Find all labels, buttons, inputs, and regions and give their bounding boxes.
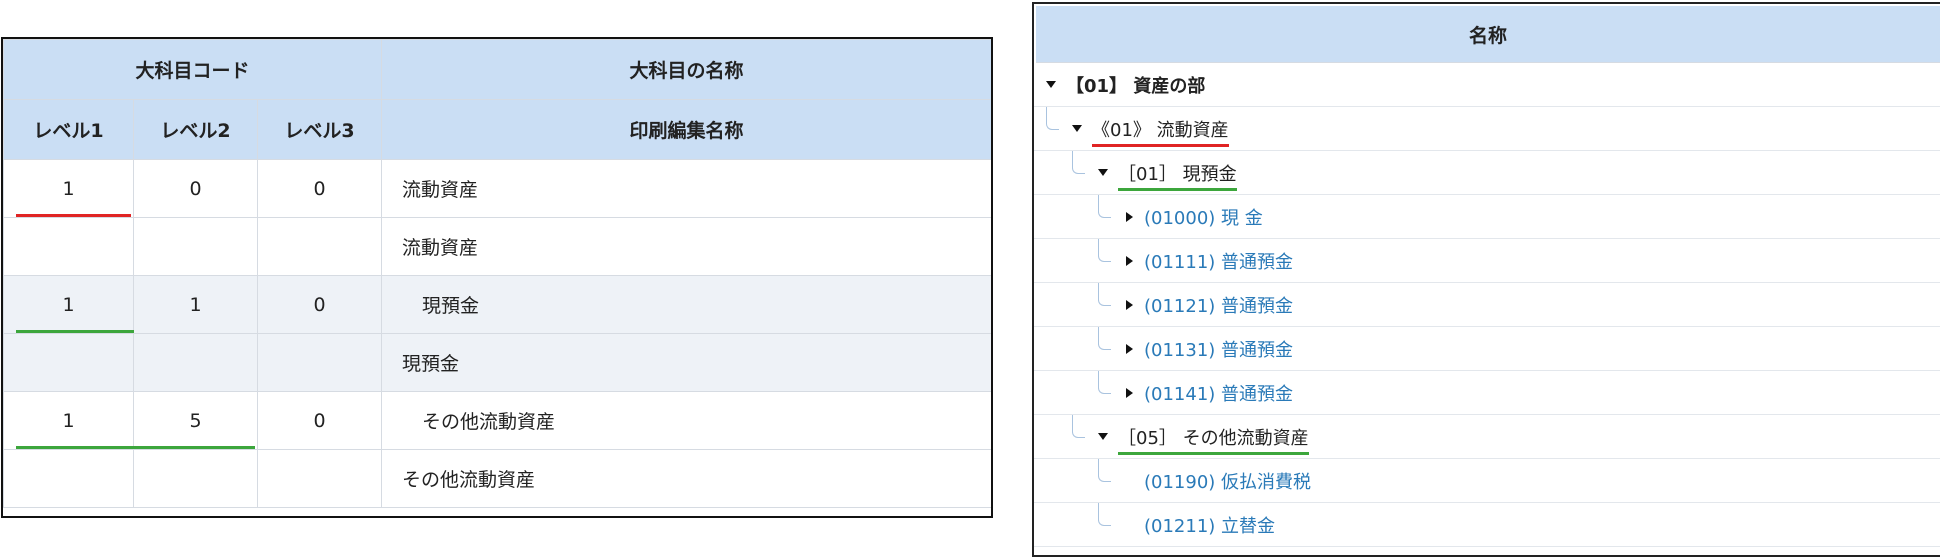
highlight-underline-green	[1118, 187, 1237, 191]
name-cell[interactable]: 流動資産	[381, 159, 991, 218]
level1-cell[interactable]	[3, 333, 134, 392]
caret-right-icon[interactable]	[1122, 343, 1136, 354]
highlight-underline-red	[1092, 143, 1229, 147]
header-print-name: 印刷編集名称	[381, 99, 991, 160]
level1-cell[interactable]	[3, 217, 134, 276]
table-row[interactable]: 1 1 0 現預金	[3, 275, 991, 334]
caret-right-icon[interactable]	[1122, 255, 1136, 266]
level3-cell[interactable]	[256, 217, 383, 276]
tree-node-account[interactable]: (01141) 普通預金	[1034, 371, 1940, 415]
print-name-cell[interactable]: 流動資産	[381, 217, 991, 276]
account-link[interactable]: (01000) 現 金	[1144, 204, 1263, 230]
header-level3: レベル3	[256, 99, 383, 160]
level3-cell[interactable]: 0	[256, 159, 383, 218]
print-name-cell[interactable]: その他流動資産	[381, 449, 991, 508]
level1-cell[interactable]: 1	[3, 159, 134, 218]
level3-cell[interactable]: 0	[256, 391, 383, 450]
header-level1: レベル1	[3, 99, 134, 160]
tree-header: 名称	[1036, 6, 1940, 63]
caret-right-icon[interactable]	[1122, 299, 1136, 310]
tree-connector	[1072, 151, 1085, 174]
level3-cell[interactable]	[256, 333, 383, 392]
account-link[interactable]: (01121) 普通預金	[1144, 292, 1293, 318]
tree-connector	[1098, 283, 1111, 306]
tree-node-other-current-assets[interactable]: ［05］ その他流動資産	[1034, 415, 1940, 459]
account-link[interactable]: (01111) 普通預金	[1144, 248, 1293, 274]
tree-node-assets[interactable]: 【01】 資産の部	[1034, 63, 1940, 107]
account-link[interactable]: (01141) 普通預金	[1144, 380, 1293, 406]
tree-connector	[1098, 503, 1111, 526]
account-code-table: 大科目コード 大科目の名称 レベル1 レベル2 レベル3 印刷編集名称 1 0 …	[3, 39, 991, 508]
tree-connector	[1046, 107, 1059, 130]
table-row[interactable]: 1 5 0 その他流動資産	[3, 391, 991, 450]
table-row[interactable]: 流動資産	[3, 217, 991, 276]
header-account-code-group: 大科目コード	[3, 39, 383, 100]
level2-cell[interactable]	[133, 333, 258, 392]
tree-node-current-assets[interactable]: 《01》 流動資産	[1034, 107, 1940, 151]
tree-node-account[interactable]: (01211) 立替金	[1034, 503, 1940, 547]
level1-cell[interactable]	[3, 449, 134, 508]
level1-cell[interactable]: 1	[3, 275, 255, 334]
caret-right-icon[interactable]	[1122, 387, 1136, 398]
tree-node-account[interactable]: (01190) 仮払消費税	[1034, 459, 1940, 503]
account-tree-panel: 名称 【01】 資産の部 《01》 流動資産 ［01］ 現預金 (01000) …	[1032, 2, 1940, 557]
header-level2: レベル2	[133, 99, 258, 160]
level1-cell[interactable]: 1	[3, 391, 255, 450]
level3-cell[interactable]: 0	[256, 275, 383, 334]
account-link[interactable]: (01131) 普通預金	[1144, 336, 1293, 362]
print-name-cell[interactable]: 現預金	[381, 333, 991, 392]
level2-cell[interactable]: 1	[133, 275, 258, 334]
caret-down-icon[interactable]	[1044, 81, 1058, 88]
level2-cell[interactable]: 0	[133, 159, 258, 218]
caret-right-icon[interactable]	[1122, 211, 1136, 222]
tree-connector	[1098, 459, 1111, 482]
tree-connector	[1098, 327, 1111, 350]
name-cell[interactable]: 現預金	[381, 275, 991, 334]
caret-down-icon[interactable]	[1096, 169, 1110, 176]
table-row[interactable]: 1 0 0 流動資産	[3, 159, 991, 218]
table-row[interactable]: その他流動資産	[3, 449, 991, 508]
caret-down-icon[interactable]	[1096, 433, 1110, 440]
name-cell[interactable]: その他流動資産	[381, 391, 991, 450]
tree-connector	[1098, 371, 1111, 394]
tree-node-cash-deposits[interactable]: ［01］ 現預金	[1034, 151, 1940, 195]
tree-node-account[interactable]: (01131) 普通預金	[1034, 327, 1940, 371]
account-link[interactable]: (01211) 立替金	[1144, 512, 1275, 538]
tree-node-account[interactable]: (01111) 普通預金	[1034, 239, 1940, 283]
tree-connector	[1072, 415, 1085, 438]
level2-cell[interactable]	[133, 217, 258, 276]
header-account-name: 大科目の名称	[381, 39, 991, 100]
tree-connector	[1098, 239, 1111, 262]
caret-down-icon[interactable]	[1070, 125, 1084, 132]
account-link[interactable]: (01190) 仮払消費税	[1144, 468, 1311, 494]
tree-node-account[interactable]: (01121) 普通預金	[1034, 283, 1940, 327]
table-row[interactable]: 現預金	[3, 333, 991, 392]
tree-connector	[1098, 195, 1111, 218]
level2-cell[interactable]	[133, 449, 258, 508]
highlight-underline-green	[1118, 451, 1309, 455]
level2-cell[interactable]: 5	[133, 391, 258, 450]
tree-node-account[interactable]: (01000) 現 金	[1034, 195, 1940, 239]
level3-cell[interactable]	[256, 449, 383, 508]
account-code-table-panel: 大科目コード 大科目の名称 レベル1 レベル2 レベル3 印刷編集名称 1 0 …	[1, 37, 993, 518]
